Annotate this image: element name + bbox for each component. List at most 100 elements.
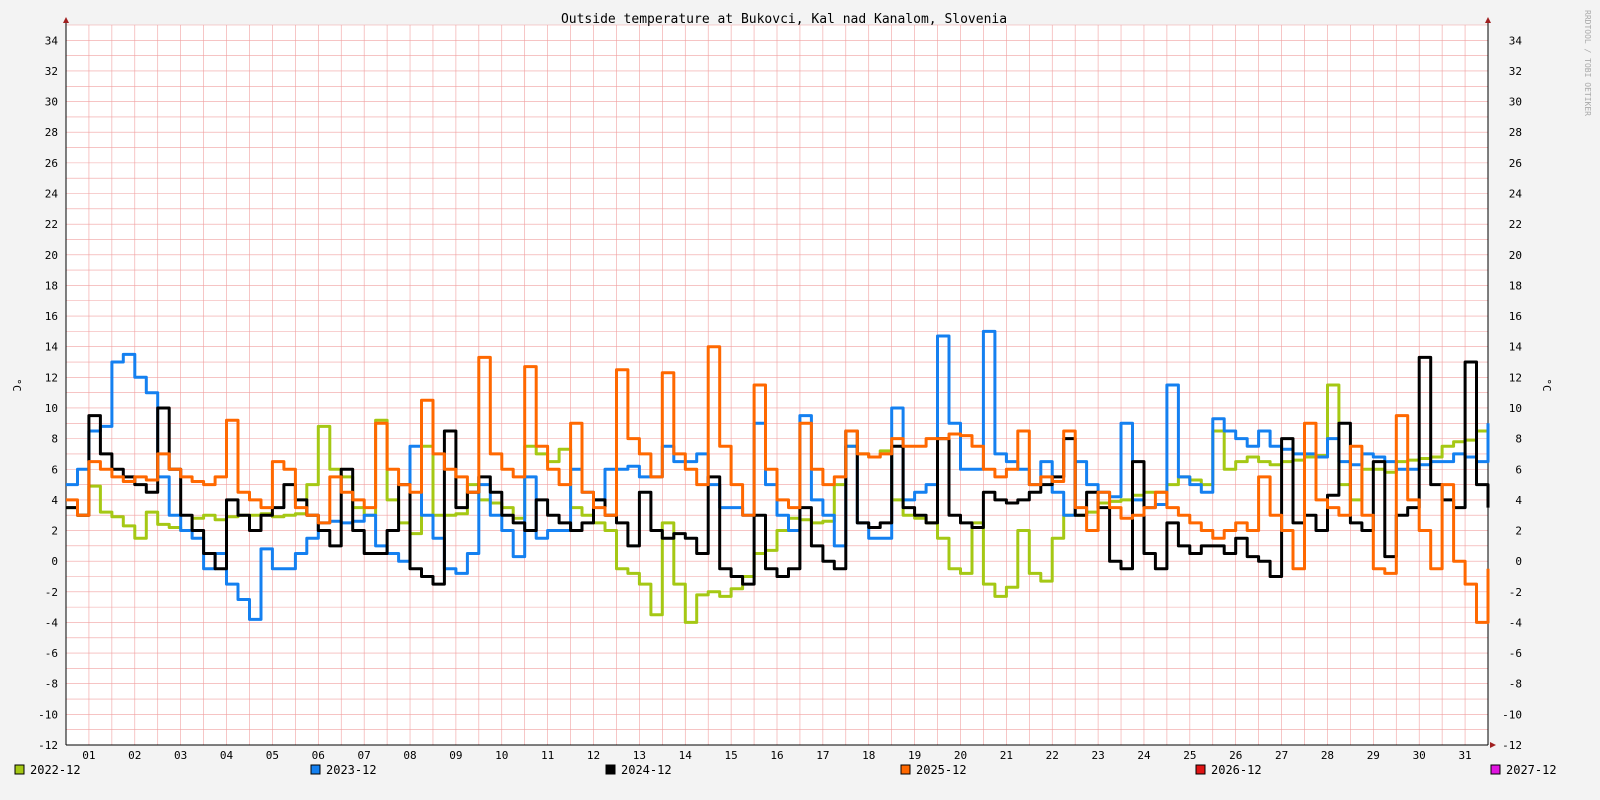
legend-label-2023-12: 2023-12 — [326, 763, 377, 777]
x-tick-label: 20 — [954, 749, 967, 762]
y-tick-label-right: 8 — [1515, 433, 1522, 446]
y-tick-label-right: 34 — [1509, 34, 1523, 47]
chart-container: -12 -12 -10 -10 -8 -8 -6 -6 -4 -4 -2 -2 0 0 2 2 4 4 6 6 8 8 10… — [0, 0, 1600, 800]
y-tick-label-right: 10 — [1509, 402, 1522, 415]
y-tick-label-left: 2 — [51, 525, 58, 538]
y-tick-label-left: 22 — [45, 218, 58, 231]
y-tick-label-left: -2 — [45, 586, 58, 599]
x-tick-label: 02 — [128, 749, 141, 762]
x-tick-label: 07 — [358, 749, 371, 762]
legend-label-2026-12: 2026-12 — [1211, 763, 1262, 777]
x-tick-label: 16 — [770, 749, 783, 762]
x-tick-label: 27 — [1275, 749, 1288, 762]
x-tick-label: 15 — [725, 749, 738, 762]
watermark: RRDTOOL / TOBI OETIKER — [1583, 10, 1592, 116]
x-tick-label: 05 — [266, 749, 279, 762]
y-tick-label-right: 18 — [1509, 279, 1522, 292]
x-tick-label: 25 — [1183, 749, 1196, 762]
x-axis-arrow — [1490, 742, 1496, 748]
y-tick-label-left: 8 — [51, 433, 58, 446]
y-tick-label-left: 0 — [51, 555, 58, 568]
legend-swatch-2024-12 — [605, 764, 616, 775]
y-tick-label-left: 18 — [45, 279, 58, 292]
y-tick-label-right: 22 — [1509, 218, 1522, 231]
y-tick-label-left: 26 — [45, 157, 58, 170]
y-tick-label-left: -6 — [45, 647, 58, 660]
x-tick-label: 04 — [220, 749, 234, 762]
y-tick-label-left: 10 — [45, 402, 58, 415]
legend-swatch-2025-12 — [900, 764, 911, 775]
y-tick-label-left: 32 — [45, 65, 58, 78]
y-tick-label-right: -10 — [1502, 708, 1522, 721]
x-tick-label: 12 — [587, 749, 600, 762]
x-tick-label: 03 — [174, 749, 187, 762]
x-tick-label: 10 — [495, 749, 508, 762]
x-tick-label: 29 — [1367, 749, 1380, 762]
y-tick-label-right: -2 — [1509, 586, 1522, 599]
x-tick-label: 19 — [908, 749, 921, 762]
x-tick-label: 09 — [449, 749, 462, 762]
y-tick-label-left: 12 — [45, 371, 58, 384]
y-tick-label-right: 24 — [1509, 188, 1523, 201]
x-tick-label: 23 — [1091, 749, 1104, 762]
x-tick-label: 14 — [679, 749, 693, 762]
y-tick-label-left: 20 — [45, 249, 58, 262]
x-tick-label: 01 — [82, 749, 95, 762]
y-tick-label-left: 28 — [45, 126, 58, 139]
y-tick-label-right: 6 — [1515, 463, 1522, 476]
y-tick-label-right: -8 — [1509, 678, 1522, 691]
y-tick-label-right: -12 — [1502, 739, 1522, 752]
legend-label-2022-12: 2022-12 — [30, 763, 81, 777]
x-tick-label: 21 — [1000, 749, 1013, 762]
y-tick-label-right: 2 — [1515, 525, 1522, 538]
y-tick-label-left: 24 — [45, 188, 59, 201]
y-tick-label-left: 14 — [45, 341, 59, 354]
legend: 2022-12 2023-12 2024-12 2025-12 2026-12 2027-… — [14, 763, 1557, 777]
y-tick-label-left: 30 — [45, 96, 58, 109]
legend-swatch-2026-12 — [1195, 764, 1206, 775]
x-tick-label: 24 — [1137, 749, 1151, 762]
y-tick-label-right: 16 — [1509, 310, 1522, 323]
y-tick-label-right: 0 — [1515, 555, 1522, 568]
y-tick-label-right: 12 — [1509, 371, 1522, 384]
y-tick-label-left: 16 — [45, 310, 58, 323]
y-tick-label-left: -8 — [45, 678, 58, 691]
x-tick-label: 17 — [816, 749, 829, 762]
chart-title: Outside temperature at Bukovci, Kal nad … — [561, 12, 1007, 27]
y-tick-label-right: 14 — [1509, 341, 1523, 354]
y-tick-label-right: 4 — [1515, 494, 1522, 507]
y-axis-unit-left: °C — [10, 378, 23, 391]
legend-label-2027-12: 2027-12 — [1506, 763, 1557, 777]
legend-swatch-2027-12 — [1490, 764, 1501, 775]
x-tick-label: 11 — [541, 749, 554, 762]
y-tick-label-right: 28 — [1509, 126, 1522, 139]
y-tick-label-right: 26 — [1509, 157, 1522, 170]
x-tick-label: 18 — [862, 749, 875, 762]
x-tick-label: 13 — [633, 749, 646, 762]
x-tick-label: 06 — [312, 749, 325, 762]
y-tick-label-right: 30 — [1509, 96, 1522, 109]
y-tick-label-right: -4 — [1509, 616, 1523, 629]
legend-swatch-2023-12 — [310, 764, 321, 775]
y-axis-arrow-right — [1485, 17, 1491, 23]
y-tick-label-right: -6 — [1509, 647, 1522, 660]
y-tick-label-right: 20 — [1509, 249, 1522, 262]
legend-label-2024-12: 2024-12 — [621, 763, 672, 777]
legend-swatch-2022-12 — [14, 764, 25, 775]
x-tick-label: 22 — [1046, 749, 1059, 762]
temperature-chart: -12 -12-10 -10-8 -8-6 -6-4 -4-2 -20 02 24 46 68 810… — [10, 10, 1592, 777]
y-tick-label-left: -4 — [45, 616, 59, 629]
y-tick-label-left: -10 — [38, 708, 58, 721]
y-axis-arrow-left — [63, 17, 69, 23]
x-tick-label: 30 — [1413, 749, 1426, 762]
x-tick-label: 26 — [1229, 749, 1242, 762]
y-tick-label-left: 6 — [51, 463, 58, 476]
y-axis-unit-right: °C — [1540, 378, 1553, 391]
legend-label-2025-12: 2025-12 — [916, 763, 967, 777]
y-tick-label-left: 4 — [51, 494, 58, 507]
x-tick-label: 28 — [1321, 749, 1334, 762]
x-tick-label: 08 — [403, 749, 416, 762]
y-tick-label-right: 32 — [1509, 65, 1522, 78]
y-tick-label-left: -12 — [38, 739, 58, 752]
x-tick-label: 31 — [1458, 749, 1471, 762]
